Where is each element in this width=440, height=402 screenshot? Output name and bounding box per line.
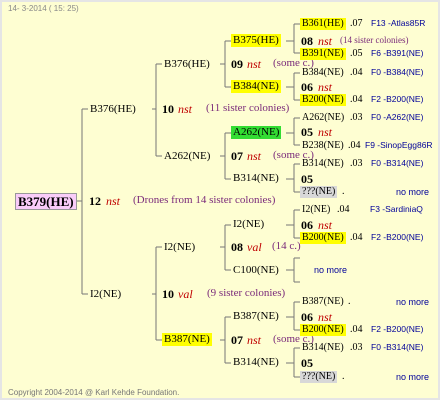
g4-line-12: F2 -B200(NE) xyxy=(371,324,424,334)
bracket-g2-0 xyxy=(220,40,231,88)
g3-queen-7[interactable]: B314(NE) xyxy=(231,356,281,369)
g3-mate-2: nst xyxy=(318,125,333,139)
g4-gen-3: .04 xyxy=(350,94,363,105)
g4-line-9: F2 -B200(NE) xyxy=(371,232,424,242)
g4-gen-4: .03 xyxy=(350,112,363,123)
g4-gen-6: .03 xyxy=(350,158,363,169)
g3-queen-6[interactable]: B387(NE) xyxy=(231,310,281,323)
g3-queen-1[interactable]: B384(NE) xyxy=(231,80,281,93)
g4-gen-12: .04 xyxy=(350,324,363,335)
g1-queen-1[interactable]: I2(NE) xyxy=(88,288,123,301)
g3-queen-5[interactable]: C100(NE) xyxy=(231,264,281,277)
root-drone-note: (Drones from 14 sister colonies) xyxy=(133,194,276,206)
g4-line-3: F2 -B200(NE) xyxy=(371,94,424,104)
g3-mate-6: nst xyxy=(318,310,333,324)
bracket-g2-3 xyxy=(220,316,231,364)
g4-line-5: F9 -SinopEgg86R xyxy=(365,140,433,150)
g3-queen-0[interactable]: B375(HE) xyxy=(231,34,281,47)
g3-gen-number-3: 05 xyxy=(301,172,313,186)
g4-line-8: F3 -SardiniaQ xyxy=(370,204,423,214)
g4-line-7: no more xyxy=(396,187,430,197)
g4-queen-1[interactable]: B391(NE) xyxy=(300,48,346,60)
root-gen-number: 12 xyxy=(89,194,101,208)
g4-line-1: F6 -B391(NE) xyxy=(371,48,424,58)
g4-gen-0: .07 xyxy=(350,18,363,29)
g4-line-2: F0 -B384(NE) xyxy=(371,67,424,77)
g3-gen-number-7: 05 xyxy=(301,356,313,370)
g4-line-6: F0 -B314(NE) xyxy=(371,158,424,168)
g4-gen-9: .04 xyxy=(350,232,363,243)
g4-queen-13[interactable]: B314(NE) xyxy=(300,342,346,354)
g2-queen-0[interactable]: B376(HE) xyxy=(162,58,212,71)
root-queen[interactable]: B379(HE) xyxy=(15,193,77,210)
g3-queen-3[interactable]: B314(NE) xyxy=(231,172,281,185)
g1-gen-number-1: 10 xyxy=(162,287,174,301)
g2-gen-number-0: 09 xyxy=(231,57,243,71)
g3-gen-number-6: 06 xyxy=(301,310,313,324)
g4-queen-7[interactable]: ???(NE) xyxy=(300,186,338,198)
g4-gen-14: . xyxy=(342,371,345,382)
g4-line-10: no more xyxy=(314,265,348,275)
g3-mate-1: nst xyxy=(318,80,333,94)
bracket-g2-2 xyxy=(220,224,231,271)
g4-line-11: no more xyxy=(396,297,430,307)
root-mate: nst xyxy=(106,194,121,208)
g4-queen-6[interactable]: B314(NE) xyxy=(300,158,346,170)
g4-queen-3[interactable]: B200(NE) xyxy=(300,94,346,106)
g2-queen-2[interactable]: I2(NE) xyxy=(162,241,197,254)
g3-queen-4[interactable]: I2(NE) xyxy=(231,218,266,231)
g2-gen-number-2: 08 xyxy=(231,240,243,254)
g4-line-13: F0 -B314(NE) xyxy=(371,342,424,352)
print-date: 14- 3-2014 ( 15: 25) xyxy=(8,4,79,13)
g4-gen-8: .04 xyxy=(337,204,350,215)
bracket-g1-0 xyxy=(152,63,162,157)
g2-mate-0: nst xyxy=(247,57,262,71)
pedigree-chart: 14- 3-2014 ( 15: 25) B379(HE) 12 nst (Dr… xyxy=(0,0,440,400)
g3-mate-0: nst xyxy=(318,34,333,48)
copyright: Copyright 2004-2014 @ Karl Kehde Foundat… xyxy=(8,388,180,397)
g4-gen-13: .03 xyxy=(350,342,363,353)
g4-queen-9[interactable]: B200(NE) xyxy=(300,232,346,244)
g4-gen-7: . xyxy=(342,186,345,197)
g4-gen-5: .04 xyxy=(348,140,361,151)
g2-gen-number-3: 07 xyxy=(231,333,243,347)
g3-gen-number-0: 08 xyxy=(301,34,313,48)
g3-note-0: (14 sister colonies) xyxy=(340,35,409,45)
g1-gen-number-0: 10 xyxy=(162,102,174,116)
g2-gen-number-1: 07 xyxy=(231,149,243,163)
g3-gen-number-2: 05 xyxy=(301,125,313,139)
g4-gen-1: .05 xyxy=(350,48,363,59)
g1-mate-0: nst xyxy=(178,102,193,116)
g4-line-14: no more xyxy=(396,372,430,382)
g1-mate-1: val xyxy=(178,287,193,301)
g1-queen-0[interactable]: B376(HE) xyxy=(88,103,138,116)
g3-gen-number-1: 06 xyxy=(301,80,313,94)
g4-line-4: F0 -A262(NE) xyxy=(371,112,424,122)
bracket-g1-1 xyxy=(152,246,162,341)
g2-mate-2: val xyxy=(247,240,262,254)
g4-queen-14[interactable]: ???(NE) xyxy=(300,371,338,383)
g4-line-0: F13 -Atlas85R xyxy=(371,18,426,28)
g4-queen-8[interactable]: I2(NE) xyxy=(300,204,332,216)
g2-note-2: (14 c.) xyxy=(272,240,301,252)
g4-queen-0[interactable]: B361(HE) xyxy=(300,18,346,30)
g3-queen-2[interactable]: A262(NE) xyxy=(231,126,282,139)
g4-queen-4[interactable]: A262(NE) xyxy=(300,112,346,124)
g2-mate-1: nst xyxy=(247,149,262,163)
g3-mate-4: nst xyxy=(318,218,333,232)
g1-note-0: (11 sister colonies) xyxy=(206,102,290,114)
g4-gen-11: . xyxy=(348,296,351,307)
g2-mate-3: nst xyxy=(247,333,262,347)
g2-queen-1[interactable]: A262(NE) xyxy=(162,150,212,163)
g1-note-1: (9 sister colonies) xyxy=(207,287,286,299)
g4-queen-11[interactable]: B387(NE) xyxy=(300,296,346,308)
g4-queen-2[interactable]: B384(NE) xyxy=(300,67,346,79)
g2-queen-3[interactable]: B387(NE) xyxy=(162,333,212,346)
g4-queen-12[interactable]: B200(NE) xyxy=(300,324,346,336)
g3-gen-number-4: 06 xyxy=(301,218,313,232)
g4-queen-5[interactable]: B238(NE) xyxy=(300,140,346,152)
bracket-g2-1 xyxy=(220,132,231,180)
g4-gen-2: .04 xyxy=(350,67,363,78)
